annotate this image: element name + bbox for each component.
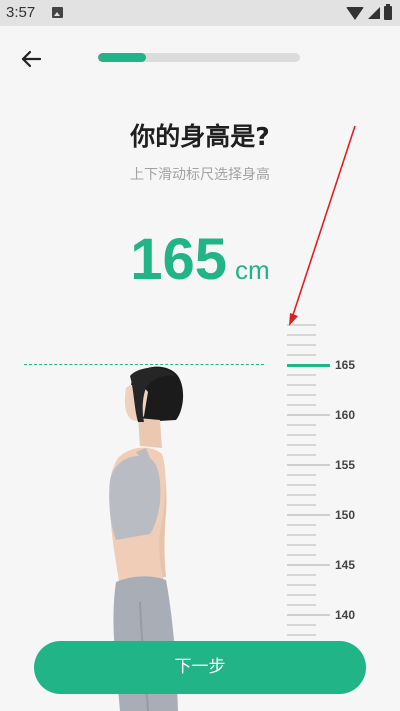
height-value: 165 <box>130 227 228 292</box>
progress-fill <box>98 53 147 62</box>
ruler-tick <box>287 484 316 486</box>
ruler-tick <box>287 424 316 426</box>
ruler-tick <box>287 464 330 466</box>
page-subtitle: 上下滑动标尺选择身高 <box>130 167 270 183</box>
ruler-tick <box>287 414 330 416</box>
height-readout: 165 cm <box>0 226 400 293</box>
ruler-tick <box>287 474 316 476</box>
ruler-tick <box>287 344 316 346</box>
progress-bar <box>98 53 300 62</box>
ruler-tick <box>287 624 316 626</box>
height-ruler[interactable]: 165 160 155 150 145 140 <box>280 320 380 650</box>
ruler-tick <box>287 444 316 446</box>
ruler-label: 150 <box>335 508 356 522</box>
ruler-tick <box>287 404 316 406</box>
wifi-icon <box>346 6 364 20</box>
ruler-tick <box>287 614 330 616</box>
ruler-tick <box>287 454 316 456</box>
ruler-tick <box>287 584 316 586</box>
ruler-label: 140 <box>335 608 356 622</box>
battery-icon <box>384 4 392 20</box>
ruler-tick <box>287 504 316 506</box>
ruler-tick <box>287 494 316 496</box>
ruler-tick <box>287 434 316 436</box>
ruler-tick <box>287 534 316 536</box>
next-button[interactable]: 下一步 <box>34 641 366 694</box>
ruler-tick-selected <box>287 364 330 367</box>
ruler-tick <box>287 564 330 566</box>
ruler-tick <box>287 324 316 326</box>
status-time: 3:57 <box>6 4 36 21</box>
ruler-label: 160 <box>335 408 356 422</box>
image-icon <box>52 7 63 18</box>
ruler-tick <box>287 384 316 386</box>
status-icons <box>346 4 392 20</box>
page-title: 你的身高是? <box>130 122 270 151</box>
ruler-tick <box>287 594 316 596</box>
height-unit: cm <box>235 255 270 285</box>
ruler-tick <box>287 554 316 556</box>
ruler-tick <box>287 514 330 516</box>
signal-icon <box>368 7 380 19</box>
back-button[interactable] <box>16 44 46 74</box>
ruler-label: 155 <box>335 458 356 472</box>
ruler-tick <box>287 524 316 526</box>
status-bar: 3:57 <box>0 0 400 26</box>
ruler-tick <box>287 394 316 396</box>
ruler-tick <box>287 634 316 636</box>
ruler-tick <box>287 334 316 336</box>
ruler-tick <box>287 574 316 576</box>
ruler-tick <box>287 374 316 376</box>
ruler-tick <box>287 604 316 606</box>
ruler-label: 165 <box>335 358 356 372</box>
arrow-left-icon <box>21 50 42 68</box>
ruler-label: 145 <box>335 558 356 572</box>
ruler-tick <box>287 354 316 356</box>
ruler-tick <box>287 544 316 546</box>
